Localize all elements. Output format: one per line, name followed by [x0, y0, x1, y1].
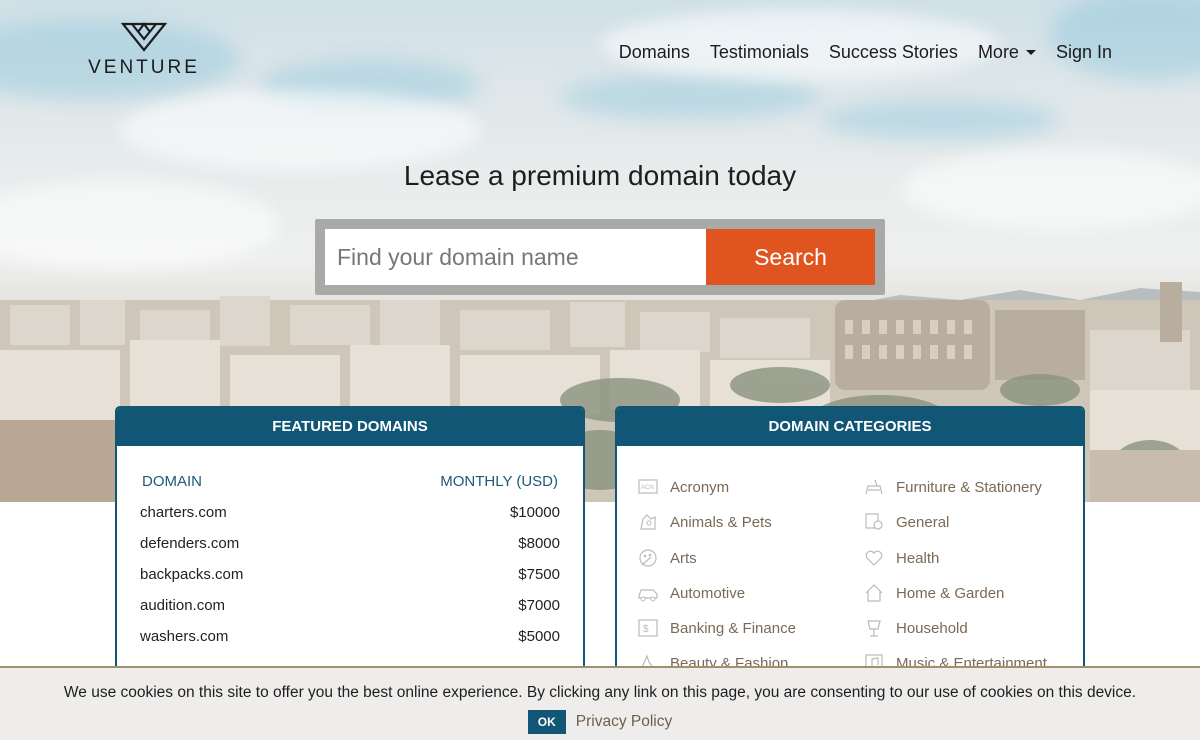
category-label: General	[896, 513, 950, 531]
featured-domains-title: FEATURED DOMAINS	[117, 408, 583, 446]
domain-name[interactable]: washers.com	[140, 621, 228, 652]
category-animals-pets[interactable]: Animals & Pets	[637, 510, 772, 534]
caret-down-icon	[1025, 50, 1036, 55]
household-icon	[867, 620, 881, 637]
col-domain-header: DOMAIN	[142, 473, 202, 490]
category-banking-finance[interactable]: $ Banking & Finance	[637, 616, 796, 640]
category-label: Arts	[670, 549, 697, 567]
domain-price: $7500	[518, 566, 560, 583]
banking-icon: $	[638, 619, 658, 637]
privacy-policy-link[interactable]: Privacy Policy	[576, 713, 672, 731]
nav-more-dropdown[interactable]: More	[978, 42, 1036, 63]
domain-name[interactable]: charters.com	[140, 497, 227, 528]
logo-mark-icon	[121, 22, 167, 52]
domain-search-input[interactable]	[325, 229, 706, 285]
cookie-message: We use cookies on this site to offer you…	[63, 684, 1137, 701]
category-label: Home & Garden	[896, 584, 1005, 602]
category-general[interactable]: General	[863, 510, 949, 534]
domain-search-box: Search	[315, 219, 885, 295]
category-label: Animals & Pets	[670, 513, 772, 531]
domain-categories-panel: DOMAIN CATEGORIES ACN Acronym Animals & …	[615, 406, 1085, 706]
category-label: Household	[896, 619, 968, 637]
acronym-icon: ACN	[638, 479, 658, 494]
category-automotive[interactable]: Automotive	[637, 581, 745, 605]
table-row[interactable]: charters.com $10000	[140, 497, 560, 528]
cookie-ok-button[interactable]: OK	[527, 710, 566, 734]
domain-name[interactable]: audition.com	[140, 590, 225, 621]
cookie-banner: We use cookies on this site to offer you…	[0, 666, 1200, 740]
domain-price: $7000	[518, 597, 560, 614]
featured-domains-panel: FEATURED DOMAINS DOMAIN MONTHLY (USD) ch…	[115, 406, 585, 706]
general-icon	[865, 513, 883, 530]
home-icon	[865, 584, 883, 602]
nav-success-stories[interactable]: Success Stories	[829, 42, 958, 63]
category-health[interactable]: Health	[863, 546, 939, 570]
category-arts[interactable]: Arts	[637, 546, 697, 570]
table-row[interactable]: backpacks.com $7500	[140, 559, 560, 590]
venture-logo[interactable]: VENTURE	[88, 22, 200, 78]
domain-price: $8000	[518, 535, 560, 552]
main-nav: Domains Testimonials Success Stories Mor…	[619, 42, 1112, 63]
arts-icon	[639, 549, 657, 567]
category-acronym[interactable]: ACN Acronym	[637, 475, 729, 499]
brand-name: VENTURE	[88, 57, 200, 78]
hero-tagline: Lease a premium domain today	[403, 160, 797, 191]
domain-name[interactable]: backpacks.com	[140, 559, 243, 590]
nav-testimonials[interactable]: Testimonials	[710, 42, 809, 63]
domain-name[interactable]: defenders.com	[140, 528, 239, 559]
category-label: Banking & Finance	[670, 619, 796, 637]
category-home-garden[interactable]: Home & Garden	[863, 581, 1004, 605]
automotive-icon	[638, 589, 658, 602]
col-monthly-header: MONTHLY (USD)	[440, 473, 558, 490]
domain-categories-title: DOMAIN CATEGORIES	[617, 408, 1083, 446]
category-label: Automotive	[670, 584, 746, 602]
search-button[interactable]: Search	[706, 229, 875, 285]
category-label: Furniture & Stationery	[896, 478, 1042, 496]
category-label: Acronym	[670, 478, 730, 496]
animals-icon	[640, 514, 656, 530]
table-row[interactable]: defenders.com $8000	[140, 528, 560, 559]
table-row[interactable]: washers.com $5000	[140, 621, 560, 652]
table-row[interactable]: audition.com $7000	[140, 590, 560, 621]
nav-domains[interactable]: Domains	[619, 42, 690, 63]
furniture-icon	[865, 479, 883, 495]
featured-domains-table: DOMAIN MONTHLY (USD) charters.com $10000…	[140, 473, 560, 652]
category-furniture-stationery[interactable]: Furniture & Stationery	[863, 475, 1042, 499]
health-icon	[865, 550, 883, 566]
svg-text:ACN: ACN	[641, 485, 654, 491]
cookie-actions: OK Privacy Policy	[0, 710, 1200, 734]
nav-sign-in[interactable]: Sign In	[1056, 42, 1112, 63]
nav-more-label: More	[977, 42, 1019, 62]
category-label: Health	[896, 549, 940, 567]
category-household[interactable]: Household	[863, 616, 968, 640]
svg-text:$: $	[643, 624, 649, 635]
domain-price: $5000	[518, 628, 560, 645]
domain-price: $10000	[509, 504, 560, 521]
table-header: DOMAIN MONTHLY (USD)	[140, 473, 560, 490]
